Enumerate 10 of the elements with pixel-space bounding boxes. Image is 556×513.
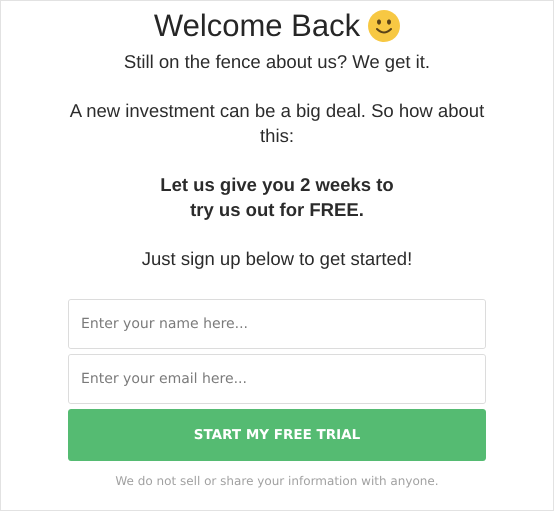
body-text: Still on the fence about us? We get it. bbox=[122, 50, 432, 74]
input-field[interactable]: Enter your email here... bbox=[68, 354, 486, 404]
start-trial-button[interactable]: START MY FREE TRIAL bbox=[68, 409, 486, 461]
offer-text: Let us give you 2 weeks to try us out for FREE. bbox=[159, 173, 395, 222]
page-title: Welcome Back bbox=[154, 7, 360, 45]
body-text: Just sign up below to get started! bbox=[140, 247, 414, 271]
privacy-note: We do not sell or share your information with anyone. bbox=[114, 474, 440, 488]
body-text: A new investment can be a big deal. So how about this: bbox=[68, 99, 486, 148]
input-field[interactable]: Enter your name here... bbox=[68, 299, 486, 349]
smiley-icon bbox=[368, 10, 400, 42]
